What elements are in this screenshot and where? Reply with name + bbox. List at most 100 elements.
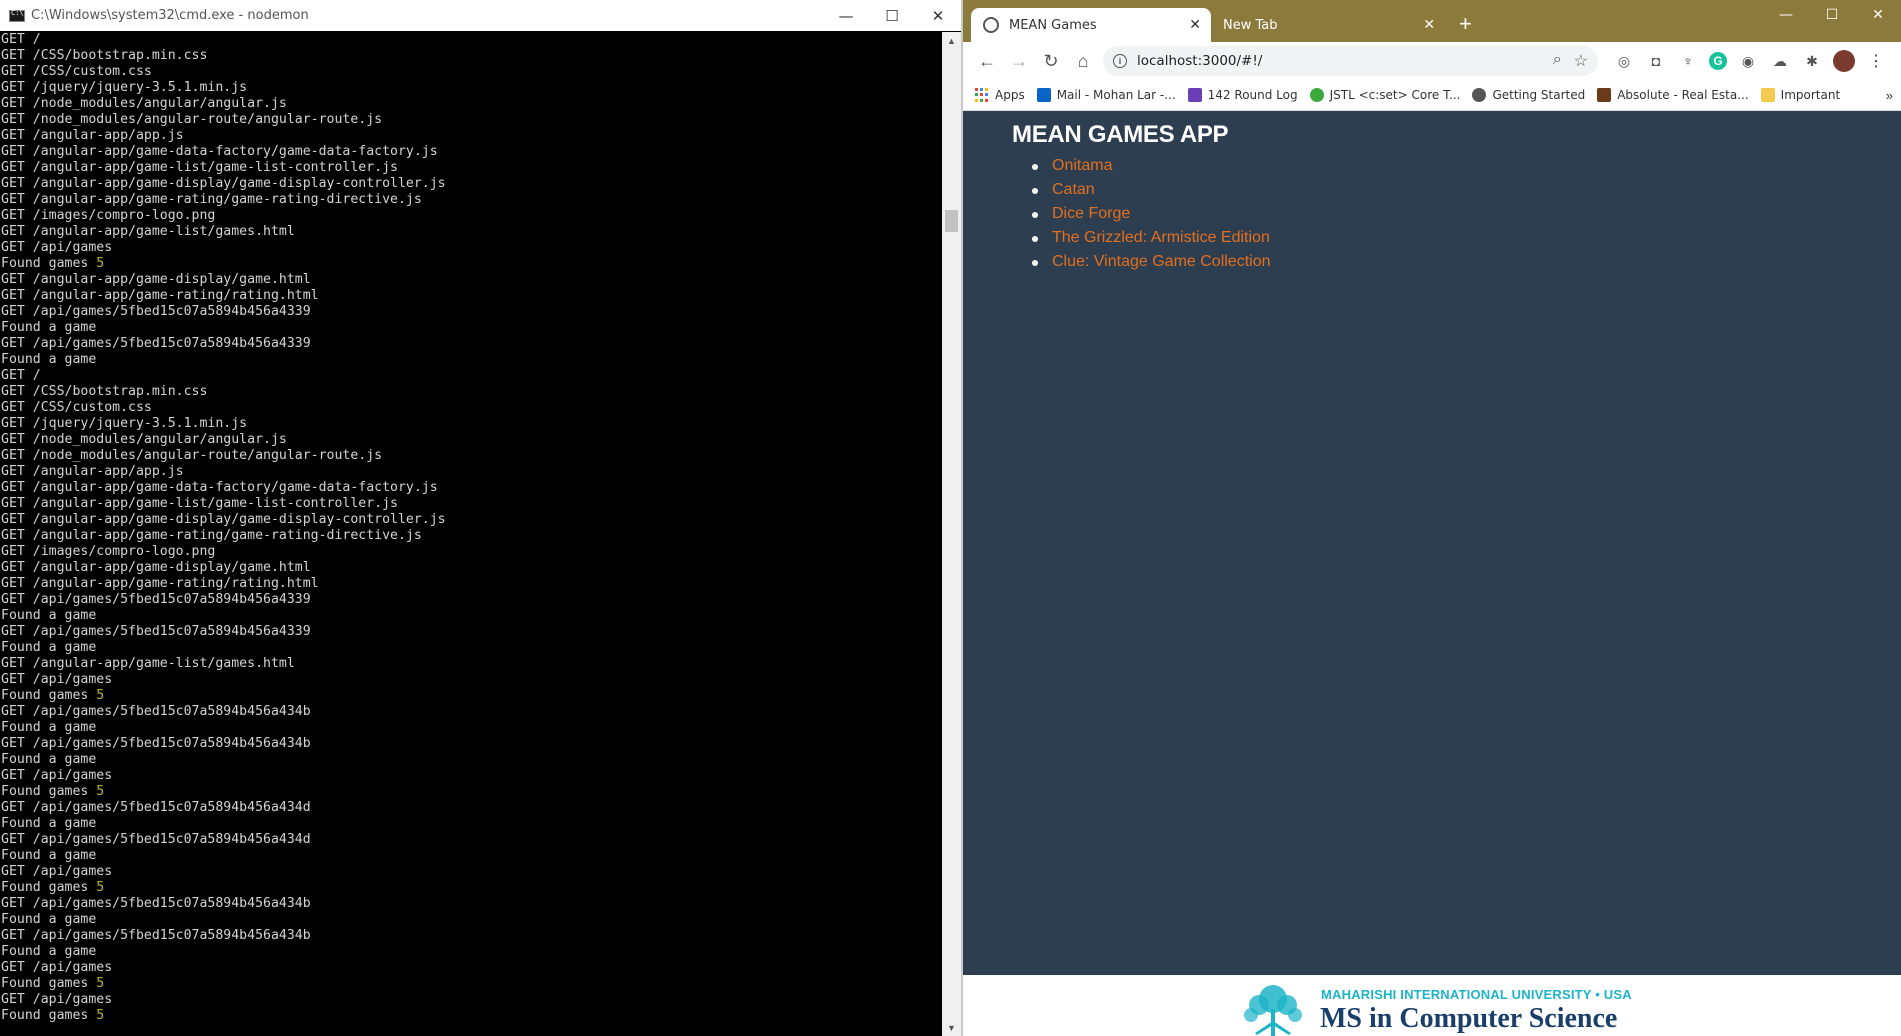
new-tab-button[interactable]: + [1459, 12, 1472, 36]
bookmarks-bar: Apps Mail - Mohan Lar -... 142 Round Log… [963, 80, 1901, 111]
console-text: GET /angular-app/game-list/games.html [1, 656, 295, 671]
browser-maximize-button[interactable]: ☐ [1809, 0, 1855, 30]
game-link[interactable]: Clue: Vintage Game Collection [1052, 253, 1271, 270]
bookmark-label: Apps [995, 88, 1025, 102]
scroll-down-icon[interactable]: ▼ [942, 1019, 961, 1036]
tab-mean-games[interactable]: MEAN Games ✕ [971, 8, 1211, 42]
forward-arrow-icon[interactable]: → [1003, 45, 1035, 77]
console-count: 5 [96, 256, 105, 271]
game-link[interactable]: Catan [1052, 181, 1095, 198]
bookmark-label: Absolute - Real Esta... [1617, 88, 1749, 102]
game-link[interactable]: The Grizzled: Armistice Edition [1052, 229, 1270, 246]
console-text: GET /angular-app/game-list/games.html [1, 224, 295, 239]
list-item: Catan [1028, 178, 1271, 202]
bookmark-apps[interactable]: Apps [975, 88, 1025, 102]
back-arrow-icon[interactable]: ← [971, 45, 1003, 77]
console-line: GET /api/games/5fbed15c07a5894b456a434b [1, 704, 942, 720]
grammarly-icon[interactable]: G [1709, 52, 1727, 70]
console-line: GET /angular-app/game-list/game-list-con… [1, 160, 942, 176]
console-text: Found a game [1, 912, 97, 927]
folder-icon [1760, 88, 1775, 102]
bookmarks-overflow-button[interactable]: » [1886, 88, 1893, 103]
zoom-icon[interactable]: ⌕ [1553, 51, 1562, 71]
scroll-up-icon[interactable]: ▲ [942, 32, 961, 49]
console-text: Found a game [1, 608, 97, 623]
site-icon [1597, 88, 1612, 102]
close-icon[interactable]: ✕ [1189, 17, 1201, 33]
console-text: GET /api/games/5fbed15c07a5894b456a434b [1, 704, 311, 719]
info-icon[interactable]: i [1113, 54, 1127, 68]
close-icon[interactable]: ✕ [1423, 17, 1435, 33]
tab-title: MEAN Games [1009, 17, 1097, 33]
console-line: GET /api/games/5fbed15c07a5894b456a434b [1, 736, 942, 752]
puzzle-icon[interactable]: ✱ [1801, 50, 1823, 72]
console-text: GET /CSS/bootstrap.min.css [1, 384, 208, 399]
page-title: MEAN GAMES APP [1012, 121, 1229, 148]
address-bar[interactable]: i localhost:3000/#!/ ⌕ ☆ [1103, 46, 1598, 76]
bookmark-label: Mail - Mohan Lar -... [1056, 88, 1176, 102]
console-text: GET /angular-app/game-display/game-displ… [1, 512, 446, 527]
console-text: Found games [1, 688, 97, 703]
console-line: GET /angular-app/game-display/game.html [1, 272, 942, 288]
console-line: Found a game [1, 752, 942, 768]
cmd-app-icon [9, 9, 25, 22]
console-text: GET /api/games [1, 768, 113, 783]
console-count: 5 [96, 1008, 105, 1023]
console-text: GET /angular-app/game-display/game.html [1, 560, 311, 575]
scrollbar-thumb[interactable] [945, 210, 958, 232]
bookmark-getting-started[interactable]: Getting Started [1472, 88, 1585, 102]
page-viewport: MEAN GAMES APP Onitama Catan Dice Forge The… [963, 112, 1901, 1036]
cmd-close-button[interactable]: ✕ [915, 0, 961, 31]
bookmark-round-log[interactable]: 142 Round Log [1187, 88, 1298, 102]
list-item: The Grizzled: Armistice Edition [1028, 226, 1271, 250]
bookmark-absolute[interactable]: Absolute - Real Esta... [1597, 88, 1749, 102]
camera-icon[interactable]: ◘ [1645, 50, 1667, 72]
home-icon[interactable]: ⌂ [1067, 45, 1099, 77]
console-text: GET /api/games/5fbed15c07a5894b456a434d [1, 800, 311, 815]
bookmark-label: 142 Round Log [1207, 88, 1298, 102]
browser-close-button[interactable]: ✕ [1855, 0, 1901, 30]
console-line: GET /api/games/5fbed15c07a5894b456a4339 [1, 304, 942, 320]
console-line: GET /jquery/jquery-3.5.1.min.js [1, 416, 942, 432]
game-link[interactable]: Dice Forge [1052, 205, 1130, 222]
list-item: Onitama [1028, 154, 1271, 178]
profile-avatar[interactable] [1833, 50, 1855, 72]
console-line: GET /CSS/custom.css [1, 400, 942, 416]
console-line: Found a game [1, 720, 942, 736]
game-link[interactable]: Onitama [1052, 157, 1112, 174]
url-text[interactable]: localhost:3000/#!/ [1137, 53, 1262, 69]
microphone-icon[interactable]: ♆ [1677, 50, 1699, 72]
console-line: GET /angular-app/game-display/game-displ… [1, 512, 942, 528]
globe-icon [1472, 88, 1487, 102]
bookmark-star-icon[interactable]: ☆ [1574, 51, 1588, 71]
bookmark-important[interactable]: Important [1760, 88, 1840, 102]
console-text: Found games [1, 880, 97, 895]
console-line: GET / [1, 368, 942, 384]
console-line: GET /api/games/5fbed15c07a5894b456a4339 [1, 336, 942, 352]
console-line: Found a game [1, 816, 942, 832]
bookmark-jstl[interactable]: JSTL <c:set> Core T... [1309, 88, 1460, 102]
console-text: GET /api/games [1, 240, 113, 255]
cmd-maximize-button[interactable]: ☐ [869, 0, 915, 31]
tab-new-tab[interactable]: New Tab ✕ [1213, 8, 1445, 42]
globe-extension-icon[interactable]: ◉ [1737, 50, 1759, 72]
browser-minimize-button[interactable]: — [1763, 0, 1809, 30]
cloud-icon[interactable]: ☁ [1769, 50, 1791, 72]
console-line: Found games 5 [1, 1008, 942, 1024]
console-text: GET /angular-app/game-rating/rating.html [1, 576, 319, 591]
console-line: GET /angular-app/app.js [1, 128, 942, 144]
console-text: GET /api/games [1, 960, 113, 975]
reload-icon[interactable]: ↻ [1035, 45, 1067, 77]
menu-dots-icon[interactable]: ⋮ [1865, 50, 1887, 72]
cmd-output[interactable]: GET / GET /CSS/bootstrap.min.css GET /CSS/… [0, 32, 942, 1036]
cmd-scrollbar[interactable]: ▲ ▼ [942, 32, 961, 1036]
console-text: Found games [1, 256, 97, 271]
cmd-titlebar[interactable]: C:\Windows\system32\cmd.exe - nodemon — … [0, 0, 961, 31]
console-text: GET /api/games/5fbed15c07a5894b456a434b [1, 928, 311, 943]
cmd-minimize-button[interactable]: — [823, 0, 869, 31]
extension-icon[interactable]: ◎ [1613, 50, 1635, 72]
console-text: GET /angular-app/app.js [1, 464, 184, 479]
bookmark-mail[interactable]: Mail - Mohan Lar -... [1036, 88, 1176, 102]
console-line: GET /angular-app/app.js [1, 464, 942, 480]
console-text: GET /jquery/jquery-3.5.1.min.js [1, 416, 248, 431]
